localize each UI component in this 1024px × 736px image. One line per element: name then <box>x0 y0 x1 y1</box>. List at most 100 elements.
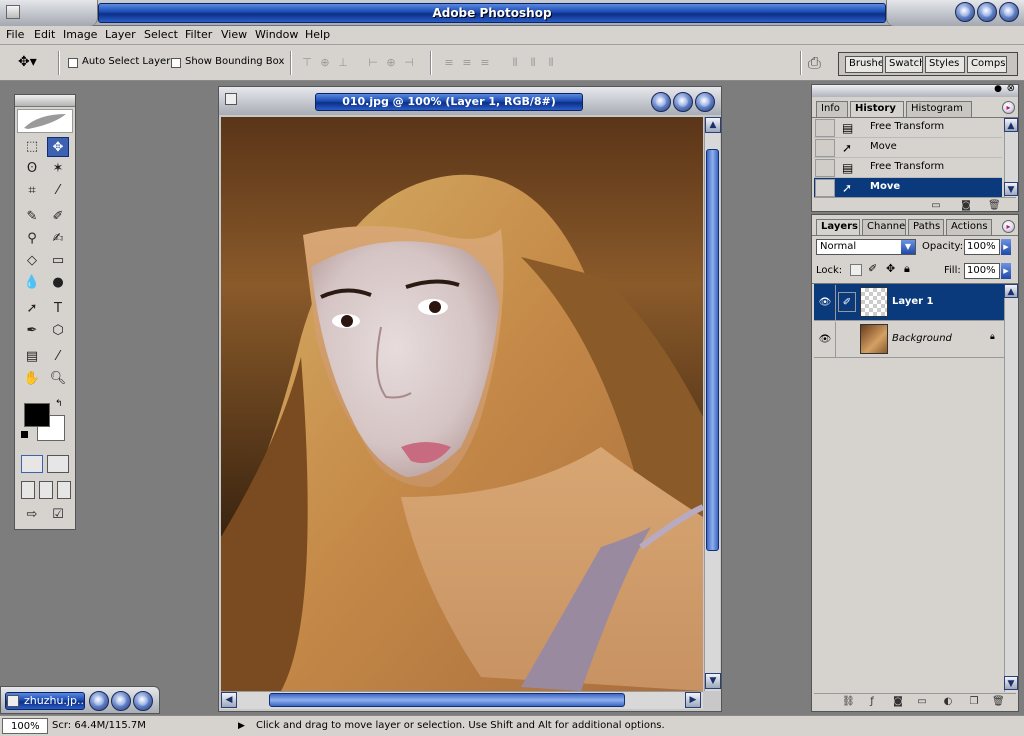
new-document-from-state-icon[interactable]: ▭ <box>930 200 942 211</box>
history-palette-menu-icon[interactable]: ▸ <box>1002 101 1015 114</box>
menu-window[interactable]: Window <box>255 28 298 41</box>
maximize-icon[interactable] <box>977 2 997 22</box>
doc-maximize-icon[interactable] <box>673 92 693 112</box>
tab-histogram[interactable]: Histogram <box>906 101 972 117</box>
quick-mask-mode-button[interactable] <box>47 455 69 473</box>
align-hcenter-icon[interactable]: ⊕ <box>384 56 398 69</box>
lock-position-icon[interactable]: ✥ <box>886 262 895 275</box>
opacity-input[interactable]: 100% <box>964 239 1000 255</box>
show-bounding-box-checkbox[interactable] <box>171 58 181 68</box>
document-horizontal-scrollbar[interactable]: ◀ ▶ <box>221 691 703 709</box>
minimized-document[interactable]: zhuzhu.jp... <box>0 686 160 714</box>
swap-colors-icon[interactable]: ↰ <box>55 399 63 409</box>
layer-row-background[interactable]: 👁︎ Background 🔒︎ <box>814 321 1004 358</box>
scroll-left-icon[interactable]: ◀ <box>221 692 237 708</box>
layer-row-layer-1[interactable]: 👁︎ ✐ Layer 1 <box>814 284 1004 321</box>
new-layer-icon[interactable]: ❐ <box>968 696 980 707</box>
tab-layers[interactable]: Layers <box>816 219 860 236</box>
distribute-bottom-icon[interactable]: ≡ <box>478 56 492 69</box>
zoom-tool-icon[interactable]: 🔍︎ <box>47 369 69 389</box>
align-right-icon[interactable]: ⊣ <box>402 56 416 69</box>
opacity-slider-icon[interactable]: ▶ <box>1001 239 1011 255</box>
status-menu-arrow-icon[interactable]: ▶ <box>238 718 248 734</box>
well-tab-styles[interactable]: Styles <box>925 56 965 73</box>
eye-icon[interactable]: 👁︎ <box>815 322 836 357</box>
vertical-scroll-thumb[interactable] <box>706 149 719 551</box>
add-mask-icon[interactable]: ◙ <box>892 696 904 707</box>
eraser-tool-icon[interactable]: ◇ <box>21 251 43 271</box>
screen-mode-full-menu-button[interactable] <box>39 481 53 499</box>
distribute-top-icon[interactable]: ≡ <box>442 56 456 69</box>
add-layer-style-icon[interactable]: ƒ <box>866 696 878 707</box>
lasso-tool-icon[interactable]: ʘ <box>21 159 43 179</box>
history-snapshot-box[interactable] <box>815 139 835 157</box>
lock-transparent-icon[interactable] <box>850 264 862 276</box>
path-selection-tool-icon[interactable]: ➚ <box>21 299 43 319</box>
scroll-down-icon[interactable]: ▼ <box>1004 676 1018 690</box>
crop-tool-icon[interactable]: ⌗ <box>21 181 43 201</box>
document-title-bar[interactable]: 010.jpg @ 100% (Layer 1, RGB/8#) <box>219 87 721 115</box>
well-tab-brushes[interactable]: Brushes <box>845 56 883 73</box>
gradient-tool-icon[interactable]: ▭ <box>47 251 69 271</box>
history-snapshot-box[interactable] <box>815 179 835 197</box>
marquee-tool-icon[interactable]: ⬚ <box>21 137 43 157</box>
minimize-icon[interactable] <box>955 2 975 22</box>
delete-layer-icon[interactable]: 🗑︎ <box>992 696 1005 707</box>
distribute-hcenter-icon[interactable]: ⦀ <box>526 56 540 69</box>
scroll-right-icon[interactable]: ▶ <box>685 692 701 708</box>
eye-icon[interactable]: 👁︎ <box>815 285 836 320</box>
scratch-size[interactable]: Scr: 64.4M/115.7M <box>52 718 232 734</box>
document-vertical-scrollbar[interactable]: ▲ ▼ <box>704 117 721 691</box>
history-item[interactable]: ▤ Free Transform <box>814 118 1002 138</box>
scroll-down-icon[interactable]: ▼ <box>705 673 721 689</box>
brush-link-icon[interactable]: ✐ <box>838 292 856 312</box>
slice-tool-icon[interactable]: ⁄ <box>47 181 69 201</box>
new-group-icon[interactable]: ▭ <box>916 696 928 707</box>
shape-tool-icon[interactable]: ⬡ <box>47 321 69 341</box>
dodge-tool-icon[interactable]: ● <box>47 273 69 293</box>
screen-mode-standard-button[interactable] <box>21 481 35 499</box>
eyedropper-tool-icon[interactable]: ⁄ <box>47 347 69 367</box>
history-snapshot-box[interactable] <box>815 159 835 177</box>
history-item-selected[interactable]: ➚ Move <box>814 178 1002 198</box>
menu-file[interactable]: File <box>6 28 24 41</box>
blur-tool-icon[interactable]: 💧 <box>21 273 43 293</box>
hand-tool-icon[interactable]: ✋ <box>21 369 43 389</box>
menu-image[interactable]: Image <box>63 28 97 41</box>
menu-help[interactable]: Help <box>305 28 330 41</box>
scroll-down-icon[interactable]: ▼ <box>1004 182 1018 196</box>
auto-select-layer-checkbox[interactable] <box>68 58 78 68</box>
notes-tool-icon[interactable]: ▤ <box>21 347 43 367</box>
file-browser-icon[interactable]: ⎙ <box>808 53 821 73</box>
healing-brush-tool-icon[interactable]: ✎ <box>21 207 43 227</box>
pen-tool-icon[interactable]: ✒ <box>21 321 43 341</box>
edit-in-imageready-icon[interactable]: ☑ <box>47 505 69 525</box>
delete-state-icon[interactable]: 🗑︎ <box>988 200 1001 211</box>
scroll-up-icon[interactable]: ▲ <box>1004 284 1018 298</box>
zoom-level-field[interactable]: 100% <box>2 718 48 734</box>
screen-mode-full-button[interactable] <box>57 481 71 499</box>
doc-close-icon[interactable] <box>133 691 153 711</box>
lock-all-icon[interactable]: 🔒︎ <box>904 262 910 276</box>
menu-view[interactable]: View <box>221 28 247 41</box>
magic-wand-tool-icon[interactable]: ✶ <box>47 159 69 179</box>
tab-actions[interactable]: Actions <box>946 219 992 235</box>
distribute-vcenter-icon[interactable]: ≡ <box>460 56 474 69</box>
history-item[interactable]: ▤ Free Transform <box>814 158 1002 178</box>
move-tool-preset-icon[interactable]: ✥▾ <box>18 54 37 70</box>
scroll-up-icon[interactable]: ▲ <box>705 117 721 133</box>
jump-to-imageready-icon[interactable]: ⇨ <box>21 505 43 525</box>
blend-mode-select[interactable]: Normal ▼ <box>816 239 916 255</box>
scroll-up-icon[interactable]: ▲ <box>1004 118 1018 132</box>
tab-paths[interactable]: Paths <box>908 219 944 235</box>
palette-close-icon[interactable]: ⊗ <box>1007 83 1015 94</box>
align-top-icon[interactable]: ⊤ <box>300 56 314 69</box>
history-brush-tool-icon[interactable]: ✍ <box>47 229 69 249</box>
toolbox-header[interactable] <box>15 95 75 107</box>
image-canvas[interactable] <box>221 117 703 691</box>
doc-close-icon[interactable] <box>695 92 715 112</box>
fill-input[interactable]: 100% <box>964 263 1000 279</box>
tab-channels[interactable]: Channels <box>862 219 906 235</box>
new-snapshot-icon[interactable]: ◙ <box>960 200 972 211</box>
menu-edit[interactable]: Edit <box>34 28 55 41</box>
